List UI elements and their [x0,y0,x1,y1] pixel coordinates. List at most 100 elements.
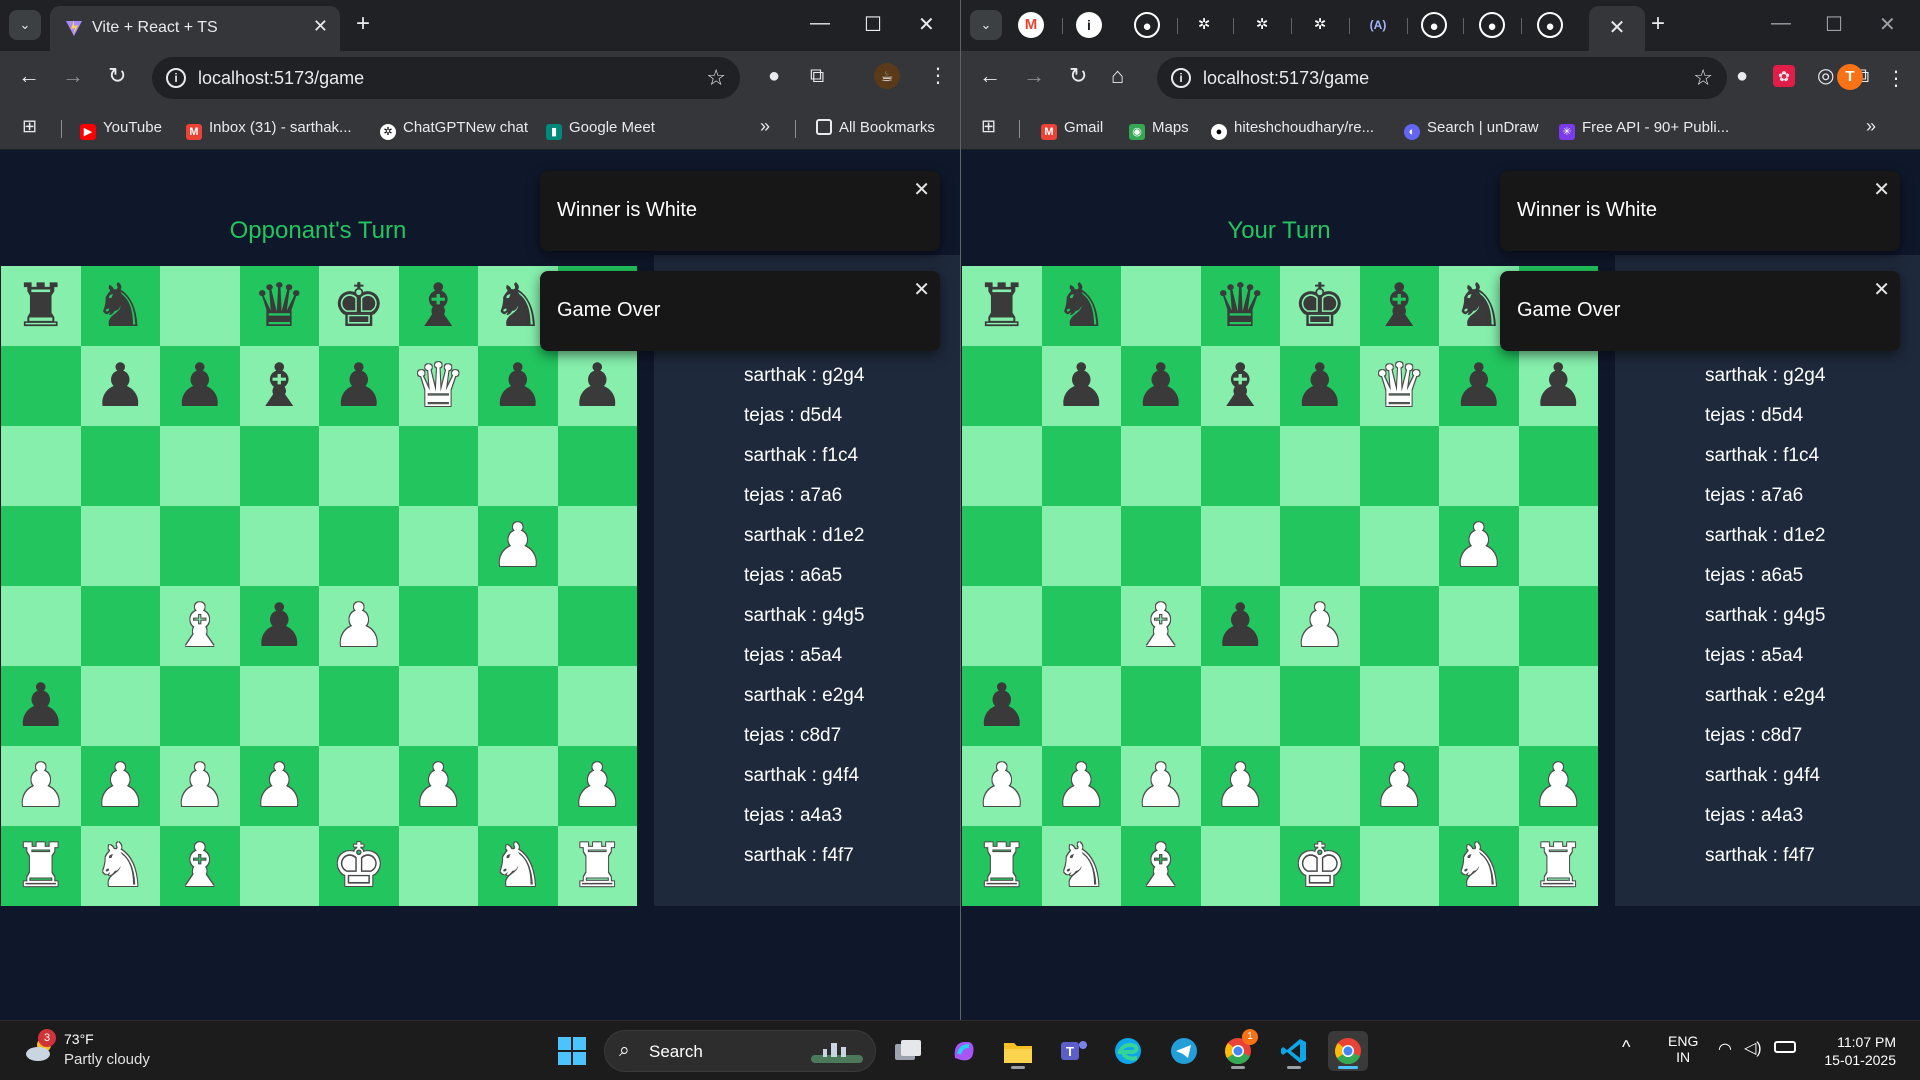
task-view-icon[interactable] [888,1031,928,1071]
close-icon[interactable]: ✕ [1873,177,1890,202]
white-pawn-icon[interactable]: ♟ [411,756,465,816]
board-square[interactable] [962,586,1042,666]
bookmark-gmail[interactable]: M Gmail [1041,119,1103,140]
board-square[interactable] [478,586,558,666]
white-pawn-icon[interactable]: ♟ [173,756,227,816]
black-pawn-icon[interactable]: ♟ [1293,356,1347,416]
black-pawn-icon[interactable]: ♟ [173,356,227,416]
chrome-active-icon[interactable] [1328,1031,1368,1071]
black-pawn-icon[interactable]: ♟ [93,356,147,416]
extension-red-icon[interactable]: ✿ [1773,65,1795,87]
board-square[interactable]: ♜ [962,266,1042,346]
bookmark-chatgpt[interactable]: ✲ ChatGPTNew chat [380,119,528,140]
black-rook-icon[interactable]: ♜ [14,276,68,336]
white-pawn-icon[interactable]: ♟ [570,756,624,816]
board-square[interactable]: ♟ [80,746,160,826]
language-indicator[interactable]: ENG IN [1668,1033,1698,1065]
board-square[interactable]: ♟ [1121,746,1201,826]
board-square[interactable]: ♟ [1,746,81,826]
bookmark-inbox[interactable]: M Inbox (31) - sarthak... [186,119,352,140]
white-pawn-icon[interactable]: ♟ [14,756,68,816]
board-square[interactable] [1200,506,1280,586]
close-window-button[interactable]: ✕ [918,12,935,37]
menu-icon[interactable]: ⋮ [928,65,948,87]
board-square[interactable]: ♟ [1280,346,1360,426]
minimize-button[interactable]: — [1771,12,1791,35]
chess-board[interactable]: ♜ ♞ ♛ ♚ ♝ ♞ ♟ ♟ ♝ ♟ ♛ ♟ ♟ ♟ ♝ ♟ ♟ ♟ ♟ ♟ ♟ ♟ ♟ ♟ ♜ ♞ ♝ ♚ ♞ ♜ [962,266,1598,906]
white-pawn-icon[interactable]: ♟ [252,756,306,816]
chevron-up-icon[interactable]: ^ [1622,1037,1630,1058]
black-knight-icon[interactable]: ♞ [1452,276,1506,336]
board-square[interactable] [160,666,240,746]
board-square[interactable]: ♞ [1041,266,1121,346]
forward-icon[interactable]: → [62,65,84,87]
board-square[interactable]: ♝ [1200,346,1280,426]
board-square[interactable]: ♟ [478,506,558,586]
copilot-icon[interactable] [944,1031,984,1071]
board-square[interactable] [1200,826,1280,906]
board-square[interactable] [80,426,160,506]
black-pawn-icon[interactable]: ♟ [1134,356,1188,416]
board-square[interactable] [1359,426,1439,506]
board-square[interactable]: ♝ [1121,586,1201,666]
white-pawn-icon[interactable]: ♟ [1293,596,1347,656]
black-bishop-icon[interactable]: ♝ [1213,356,1267,416]
board-square[interactable]: ♟ [962,746,1042,826]
board-square[interactable] [1280,666,1360,746]
board-square[interactable] [160,426,240,506]
board-square[interactable]: ♜ [1,826,81,906]
clock[interactable]: 11:07 PM 15-01-2025 [1812,1033,1896,1069]
board-square[interactable] [319,426,399,506]
black-pawn-icon[interactable]: ♟ [1531,356,1585,416]
black-pawn-icon[interactable]: ♟ [252,596,306,656]
board-square[interactable]: ♟ [1121,346,1201,426]
board-square[interactable] [1041,666,1121,746]
board-square[interactable] [1280,746,1360,826]
board-square[interactable]: ♟ [398,746,478,826]
white-pawn-icon[interactable]: ♟ [1213,756,1267,816]
black-king-icon[interactable]: ♚ [1293,276,1347,336]
black-queen-icon[interactable]: ♛ [252,276,306,336]
board-square[interactable]: ♚ [1280,266,1360,346]
menu-icon[interactable]: ⋮ [1886,66,1906,91]
black-knight-icon[interactable]: ♞ [1054,276,1108,336]
board-square[interactable] [478,426,558,506]
white-bishop-icon[interactable]: ♝ [173,836,227,896]
board-square[interactable] [398,426,478,506]
board-square[interactable] [160,506,240,586]
tab-github-icon[interactable]: ● [1134,12,1160,38]
start-button[interactable] [552,1031,592,1071]
white-rook-icon[interactable]: ♜ [1531,836,1585,896]
close-icon[interactable]: ✕ [1873,277,1890,302]
more-bookmarks-icon[interactable]: » [1866,116,1876,137]
tab-app-icon[interactable]: (A) [1365,12,1391,38]
close-tab-icon[interactable]: ✕ [313,16,328,37]
apps-grid-icon[interactable]: ⊞ [981,116,996,137]
white-king-icon[interactable]: ♚ [1293,836,1347,896]
board-square[interactable] [398,666,478,746]
edge-icon[interactable] [1108,1031,1148,1071]
board-square[interactable] [557,666,637,746]
board-square[interactable] [1359,506,1439,586]
black-pawn-icon[interactable]: ♟ [1452,356,1506,416]
board-square[interactable]: ♝ [160,586,240,666]
black-bishop-icon[interactable]: ♝ [411,276,465,336]
white-pawn-icon[interactable]: ♟ [975,756,1029,816]
board-square[interactable] [1439,426,1519,506]
tab-chatgpt-icon[interactable]: ✲ [1191,12,1217,38]
board-square[interactable] [80,666,160,746]
black-queen-icon[interactable]: ♛ [1213,276,1267,336]
bookmark-google-meet[interactable]: ▮ Google Meet [546,119,655,140]
board-square[interactable]: ♟ [160,746,240,826]
board-square[interactable]: ♞ [478,826,558,906]
board-square[interactable] [1518,586,1598,666]
telegram-icon[interactable] [1164,1031,1204,1071]
extension-target-icon[interactable]: ◎ [1817,65,1834,87]
board-square[interactable]: ♟ [80,346,160,426]
board-square[interactable] [1121,666,1201,746]
board-square[interactable] [962,346,1042,426]
board-square[interactable]: ♜ [1518,826,1598,906]
board-square[interactable]: ♜ [557,826,637,906]
maximize-button[interactable]: ☐ [864,12,882,37]
close-icon[interactable]: ✕ [913,177,930,202]
